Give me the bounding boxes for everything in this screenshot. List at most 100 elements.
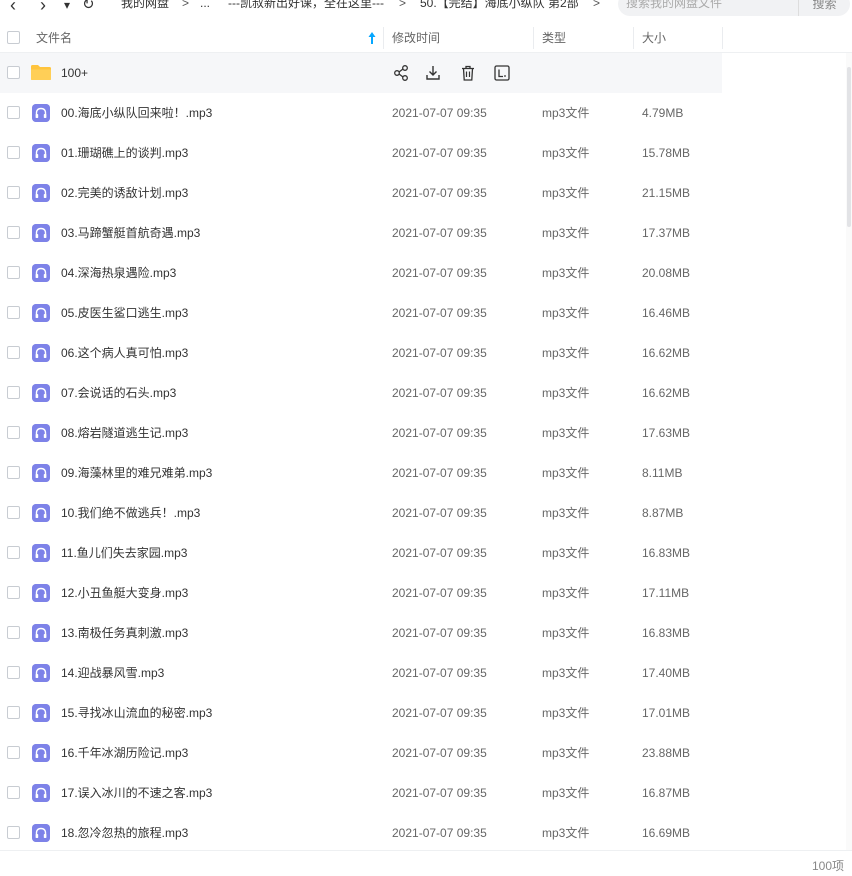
file-row[interactable]: 15.寻找冰山流血的秘密.mp3 2021-07-07 09:35 mp3文件 17.… — [0, 693, 722, 733]
file-row[interactable]: 10.我们绝不做逃兵！.mp3 2021-07-07 09:35 mp3文件 8.87… — [0, 493, 722, 533]
file-modified-time: 2021-07-07 09:35 — [392, 266, 487, 280]
file-row[interactable]: 02.完美的诱敌计划.mp3 2021-07-07 09:35 mp3文件 21.15… — [0, 173, 722, 213]
file-name[interactable]: 02.完美的诱敌计划.mp3 — [61, 173, 188, 213]
file-row[interactable]: 11.鱼儿们失去家园.mp3 2021-07-07 09:35 mp3文件 16.83… — [0, 533, 722, 573]
file-name[interactable]: 05.皮医生鲨口逃生.mp3 — [61, 293, 188, 333]
file-name[interactable]: 08.熔岩隧道逃生记.mp3 — [61, 413, 188, 453]
row-checkbox[interactable] — [7, 706, 20, 719]
row-checkbox[interactable] — [7, 506, 20, 519]
file-type: mp3文件 — [542, 786, 590, 800]
row-checkbox[interactable] — [7, 586, 20, 599]
row-checkbox[interactable] — [7, 546, 20, 559]
audio-file-icon — [32, 264, 50, 282]
column-divider[interactable] — [722, 27, 723, 49]
delete-icon[interactable] — [459, 64, 477, 82]
audio-file-icon — [32, 424, 50, 442]
row-checkbox[interactable] — [7, 826, 20, 839]
row-checkbox[interactable] — [7, 106, 20, 119]
file-row[interactable]: 03.马蹄蟹艇首航奇遇.mp3 2021-07-07 09:35 mp3文件 17.3… — [0, 213, 722, 253]
column-header-name[interactable]: 文件名 — [36, 23, 72, 53]
file-name[interactable]: 04.深海热泉遇险.mp3 — [61, 253, 176, 293]
file-name[interactable]: 12.小丑鱼艇大变身.mp3 — [61, 573, 188, 613]
file-row[interactable]: 07.会说话的石头.mp3 2021-07-07 09:35 mp3文件 16.62M… — [0, 373, 722, 413]
sort-ascending-icon[interactable] — [368, 31, 376, 45]
file-name[interactable]: 17.误入冰川的不速之客.mp3 — [61, 773, 212, 813]
column-divider[interactable] — [383, 27, 384, 49]
audio-file-icon — [32, 304, 50, 322]
file-row[interactable]: 17.误入冰川的不速之客.mp3 2021-07-07 09:35 mp3文件 16.… — [0, 773, 722, 813]
share-icon[interactable] — [392, 64, 410, 82]
file-name[interactable]: 00.海底小纵队回来啦！.mp3 — [61, 93, 212, 133]
top-nav-bar: ‹ › ▾ ↻ 我的网盘 > ... ---凯叔新出好课，全在这里--- > 5… — [0, 0, 852, 20]
row-checkbox[interactable] — [7, 426, 20, 439]
download-icon[interactable] — [424, 64, 442, 82]
file-name[interactable]: 15.寻找冰山流血的秘密.mp3 — [61, 693, 212, 733]
file-name[interactable]: 06.这个病人真可怕.mp3 — [61, 333, 188, 373]
file-row[interactable]: 06.这个病人真可怕.mp3 2021-07-07 09:35 mp3文件 16.62… — [0, 333, 722, 373]
row-checkbox[interactable] — [7, 146, 20, 159]
file-size: 17.37MB — [642, 226, 691, 240]
row-checkbox[interactable] — [7, 266, 20, 279]
vertical-scrollbar[interactable] — [846, 53, 852, 850]
file-row[interactable]: 08.熔岩隧道逃生记.mp3 2021-07-07 09:35 mp3文件 17.63… — [0, 413, 722, 453]
file-name[interactable]: 11.鱼儿们失去家园.mp3 — [61, 533, 187, 573]
row-checkbox[interactable] — [7, 746, 20, 759]
breadcrumb-ellipsis[interactable]: ... — [200, 0, 210, 11]
column-header-type[interactable]: 类型 — [542, 23, 566, 53]
breadcrumb-root[interactable]: 我的网盘 — [121, 0, 169, 11]
row-checkbox[interactable] — [7, 626, 20, 639]
breadcrumb-parent[interactable]: ---凯叔新出好课，全在这里--- — [228, 0, 384, 11]
column-header-modified[interactable]: 修改时间 — [392, 23, 440, 53]
folder-row[interactable]: 100+ — [0, 53, 722, 93]
row-checkbox[interactable] — [7, 66, 20, 79]
file-name[interactable]: 07.会说话的石头.mp3 — [61, 373, 176, 413]
row-checkbox[interactable] — [7, 186, 20, 199]
file-name[interactable]: 10.我们绝不做逃兵！.mp3 — [61, 493, 200, 533]
history-dropdown-icon[interactable]: ▾ — [64, 0, 70, 17]
audio-file-icon — [32, 504, 50, 522]
search-button[interactable]: 搜索 — [798, 0, 850, 16]
file-row[interactable]: 18.忽冷忽热的旅程.mp3 2021-07-07 09:35 mp3文件 16.69… — [0, 813, 722, 850]
row-checkbox[interactable] — [7, 386, 20, 399]
file-row[interactable]: 14.迎战暴风雪.mp3 2021-07-07 09:35 mp3文件 17.40MB — [0, 653, 722, 693]
file-name[interactable]: 09.海藻林里的难兄难弟.mp3 — [61, 453, 212, 493]
file-name[interactable]: 03.马蹄蟹艇首航奇遇.mp3 — [61, 213, 200, 253]
file-row[interactable]: 13.南极任务真刺激.mp3 2021-07-07 09:35 mp3文件 16.83… — [0, 613, 722, 653]
file-row[interactable]: 12.小丑鱼艇大变身.mp3 2021-07-07 09:35 mp3文件 17.11… — [0, 573, 722, 613]
file-modified-time: 2021-07-07 09:35 — [392, 506, 487, 520]
row-checkbox[interactable] — [7, 226, 20, 239]
file-modified-time: 2021-07-07 09:35 — [392, 346, 487, 360]
forward-button[interactable]: › — [40, 0, 46, 17]
file-name[interactable]: 18.忽冷忽热的旅程.mp3 — [61, 813, 188, 850]
file-name[interactable]: 13.南极任务真刺激.mp3 — [61, 613, 188, 653]
file-modified-time: 2021-07-07 09:35 — [392, 426, 487, 440]
column-divider[interactable] — [533, 27, 534, 49]
scrollbar-thumb[interactable] — [847, 67, 851, 227]
file-type: mp3文件 — [542, 586, 590, 600]
row-checkbox[interactable] — [7, 346, 20, 359]
file-size: 16.69MB — [642, 826, 691, 840]
audio-file-icon — [32, 704, 50, 722]
file-row[interactable]: 09.海藻林里的难兄难弟.mp3 2021-07-07 09:35 mp3文件 8.1… — [0, 453, 722, 493]
file-name[interactable]: 16.千年冰湖历险记.mp3 — [61, 733, 188, 773]
file-row[interactable]: 00.海底小纵队回来啦！.mp3 2021-07-07 09:35 mp3文件 4.7… — [0, 93, 722, 133]
file-row[interactable]: 04.深海热泉遇险.mp3 2021-07-07 09:35 mp3文件 20.08M… — [0, 253, 722, 293]
row-checkbox[interactable] — [7, 786, 20, 799]
row-checkbox[interactable] — [7, 306, 20, 319]
refresh-button[interactable]: ↻ — [82, 0, 95, 17]
file-name[interactable]: 14.迎战暴风雪.mp3 — [61, 653, 164, 693]
file-row[interactable]: 05.皮医生鲨口逃生.mp3 2021-07-07 09:35 mp3文件 16.46… — [0, 293, 722, 333]
folder-name[interactable]: 100+ — [61, 53, 88, 93]
back-button[interactable]: ‹ — [10, 0, 16, 17]
row-checkbox[interactable] — [7, 466, 20, 479]
file-size: 15.78MB — [642, 146, 691, 160]
search-input[interactable] — [626, 0, 796, 12]
column-divider[interactable] — [633, 27, 634, 49]
file-row[interactable]: 01.珊瑚礁上的谈判.mp3 2021-07-07 09:35 mp3文件 15.78… — [0, 133, 722, 173]
column-header-size[interactable]: 大小 — [642, 23, 666, 53]
select-all-checkbox[interactable] — [7, 31, 20, 44]
file-row[interactable]: 16.千年冰湖历险记.mp3 2021-07-07 09:35 mp3文件 23.88… — [0, 733, 722, 773]
file-name[interactable]: 01.珊瑚礁上的谈判.mp3 — [61, 133, 188, 173]
row-checkbox[interactable] — [7, 666, 20, 679]
more-icon[interactable] — [493, 64, 511, 82]
